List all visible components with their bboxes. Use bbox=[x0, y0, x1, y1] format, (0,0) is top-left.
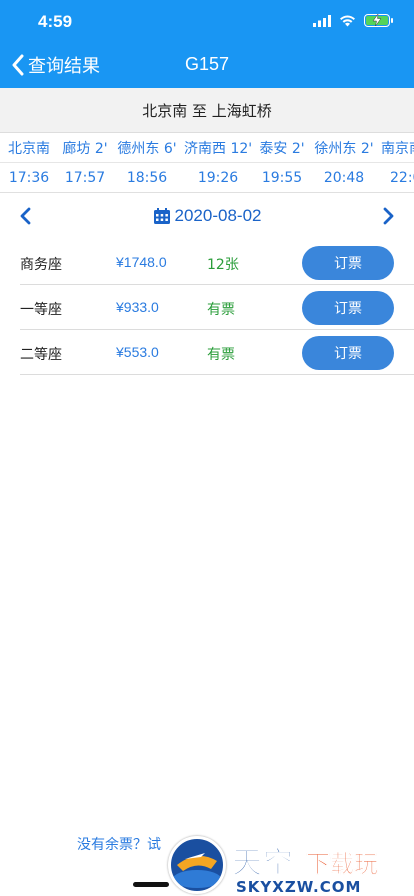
station-name: 廊坊 2' bbox=[62, 140, 108, 157]
station-name: 德州东 6' bbox=[117, 140, 177, 157]
seat-row: 一等座 ¥933.0 有票 订票 bbox=[20, 285, 414, 330]
book-button[interactable]: 订票 bbox=[302, 336, 394, 370]
seat-class: 二等座 bbox=[20, 347, 62, 363]
watermark-text: 天空 下载玩 SKYXZW.COM bbox=[228, 836, 414, 896]
page-title: G157 bbox=[184, 54, 230, 74]
no-tickets-link[interactable]: 没有余票？试 bbox=[77, 834, 161, 854]
station-time: 19:26 bbox=[197, 170, 239, 186]
seat-price: ¥553.0 bbox=[116, 344, 159, 360]
book-button[interactable]: 订票 bbox=[302, 246, 394, 280]
station-time: 20:48 bbox=[323, 170, 365, 186]
header-bar: 4:59 查询结果 G157 bbox=[0, 0, 414, 88]
station-names-row: 北京南 廊坊 2' 德州东 6' 济南西 12' 泰安 2' 徐州东 2' 南京… bbox=[0, 133, 414, 163]
status-icons bbox=[313, 14, 393, 27]
seat-price: ¥1748.0 bbox=[116, 254, 167, 270]
station-time: 22:0 bbox=[390, 170, 414, 186]
station-name: 泰安 2' bbox=[259, 140, 305, 157]
station-time: 17:36 bbox=[8, 170, 50, 186]
seat-row: 二等座 ¥553.0 有票 订票 bbox=[20, 330, 414, 375]
station-times-row: 17:36 17:57 18:56 19:26 19:55 20:48 22:0 bbox=[0, 163, 414, 192]
date-display[interactable]: 2020-08-02 bbox=[0, 206, 414, 226]
station-name: 南京南 bbox=[381, 140, 414, 157]
wifi-icon bbox=[340, 15, 355, 26]
watermark-brand-en: SKYXZW.COM bbox=[236, 878, 362, 896]
seat-availability: 12张 bbox=[207, 257, 239, 273]
seat-price: ¥933.0 bbox=[116, 299, 159, 315]
station-name: 北京南 bbox=[8, 140, 50, 157]
station-time: 17:57 bbox=[64, 170, 106, 186]
route-summary: 北京南 至 上海虹桥 bbox=[0, 88, 414, 133]
globe-logo-icon bbox=[168, 836, 226, 894]
station-list[interactable]: 北京南 廊坊 2' 德州东 6' 济南西 12' 泰安 2' 徐州东 2' 南京… bbox=[0, 133, 414, 193]
seat-row: 商务座 ¥1748.0 12张 订票 bbox=[20, 240, 414, 285]
battery-icon bbox=[364, 14, 393, 27]
home-indicator bbox=[133, 882, 169, 887]
watermark-brand-cn-1: 天空 bbox=[232, 846, 294, 882]
seat-availability: 有票 bbox=[207, 347, 235, 363]
station-time: 19:55 bbox=[261, 170, 303, 186]
chevron-right-icon[interactable] bbox=[376, 204, 400, 228]
seat-list: 商务座 ¥1748.0 12张 订票 一等座 ¥933.0 有票 订票 二等座 … bbox=[20, 240, 414, 375]
seat-class: 一等座 bbox=[20, 302, 62, 318]
station-name: 徐州东 2' bbox=[314, 140, 374, 157]
seat-availability: 有票 bbox=[207, 302, 235, 318]
route-text: 北京南 至 上海虹桥 bbox=[142, 101, 272, 120]
watermark-brand-cn-2: 下载玩 bbox=[306, 850, 379, 879]
station-time: 18:56 bbox=[126, 170, 168, 186]
watermark-logo: 天空 下载玩 SKYXZW.COM bbox=[168, 836, 414, 896]
book-button[interactable]: 订票 bbox=[302, 291, 394, 325]
calendar-icon bbox=[153, 208, 170, 224]
date-value: 2020-08-02 bbox=[174, 206, 262, 225]
signal-icon bbox=[313, 14, 331, 27]
station-name: 济南西 12' bbox=[184, 140, 253, 157]
seat-class: 商务座 bbox=[20, 257, 62, 273]
date-selector: 2020-08-02 bbox=[0, 196, 414, 238]
status-time: 4:59 bbox=[38, 12, 73, 31]
